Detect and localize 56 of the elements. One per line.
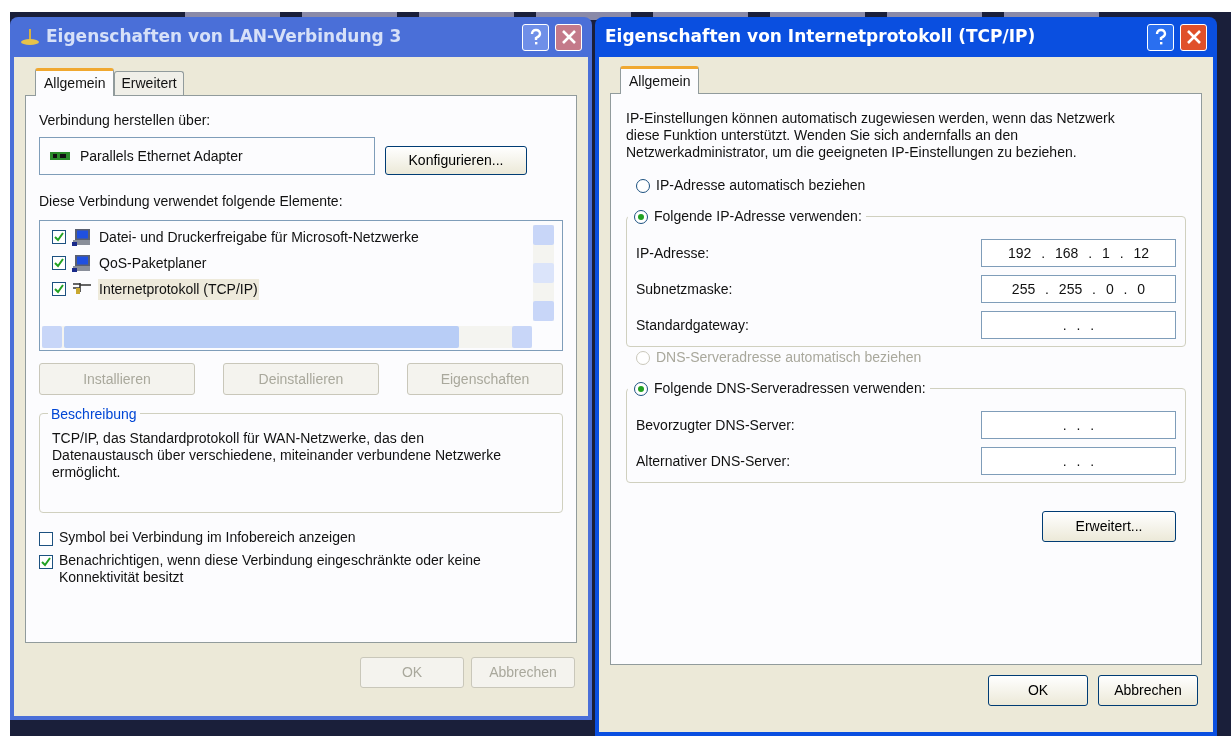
tab[interactable]: Allgemein [620, 66, 700, 94]
configure-button[interactable]: Konfigurieren... [385, 145, 527, 175]
field-label: Verbindung herstellen über: [39, 111, 212, 130]
close-icon [1185, 29, 1202, 45]
checkbox[interactable] [52, 230, 66, 244]
option-label: Symbol bei Verbindung im Infobereich anzeigen [59, 529, 357, 546]
ip-address-field[interactable]: 255 . 255 . 0 . 0 [981, 275, 1176, 303]
help-icon [528, 28, 543, 46]
window-title: Eigenschaften von LAN-Verbindung 3 [46, 25, 403, 49]
adapter-name: Parallels Ethernet Adapter [80, 146, 243, 166]
description-text: TCP/IP, das Standardprotokoll für WAN-Netzwerke, das den Datenaustausch über verschiedene, miteinander verbundene Netzwerke ermöglicht. [52, 430, 503, 481]
field-label: Subnetzmaske: [636, 279, 733, 299]
vertical-scrollbar[interactable] [533, 225, 554, 321]
computer-icon [72, 254, 92, 272]
ip-address-field[interactable]: . . . [981, 311, 1176, 339]
help-button[interactable] [522, 23, 549, 51]
horizontal-scrollbar[interactable] [42, 326, 532, 348]
close-icon [560, 29, 577, 45]
field-label: Bevorzugter DNS-Server: [636, 415, 795, 435]
radio-label: Folgende DNS-Serveradressen verwenden: [654, 379, 926, 398]
intro-text: IP-Einstellungen können automatisch zugewiesen werden, wenn das Netzwerk diese Funktion unterstützt. Wenden Sie sich andernfalls an den Netzwerkadministrator, um die geeigneten IP-Einstellungen zu beziehen. [626, 110, 1116, 161]
radio-label: IP-Adresse automatisch beziehen [656, 176, 866, 195]
checkbox[interactable] [39, 532, 53, 546]
tab[interactable]: Erweitert [114, 71, 184, 95]
field-label: IP-Adresse: [636, 243, 710, 263]
checkbox[interactable] [52, 282, 66, 296]
close-button[interactable] [555, 23, 582, 51]
network-card-icon [50, 150, 70, 162]
network-icon [20, 28, 40, 46]
radio-label: DNS-Serveradresse automatisch beziehen [656, 348, 922, 367]
help-icon [1153, 28, 1168, 46]
radio-label: Folgende IP-Adresse verwenden: [654, 207, 862, 226]
advanced-button[interactable]: Erweitert... [1042, 511, 1176, 542]
computer-icon [72, 228, 92, 246]
radio-button[interactable] [636, 178, 650, 193]
ip-address-field[interactable]: 192 . 168 . 1 . 12 [981, 239, 1176, 267]
checkbox[interactable] [39, 555, 53, 569]
ip-address-field[interactable]: . . . [981, 411, 1176, 439]
list-item[interactable]: QoS-Paketplaner [98, 252, 208, 274]
help-button[interactable] [1147, 23, 1174, 51]
ip-address-field[interactable]: . . . [981, 447, 1176, 475]
window-title: Eigenschaften von Internetprotokoll (TCP/IP) [605, 25, 1037, 49]
radio-button[interactable] [634, 381, 648, 396]
dialog-button[interactable]: Abbrechen [1098, 675, 1198, 706]
dialog-button[interactable]: OK [988, 675, 1088, 706]
field-label: Alternativer DNS-Server: [636, 451, 791, 471]
list-item[interactable]: Datei- und Druckerfreigabe für Microsoft-Netzwerke [98, 226, 420, 248]
list-item[interactable]: Internetprotokoll (TCP/IP) [98, 278, 259, 300]
plug-icon [72, 282, 92, 296]
field-label: Standardgateway: [636, 315, 749, 335]
radio-button[interactable] [634, 209, 648, 224]
checkbox[interactable] [52, 256, 66, 270]
tab[interactable]: Allgemein [35, 68, 115, 96]
option-label: Benachrichtigen, wenn diese Verbindung eingeschränkte oder keine Konnektivität besitzt [59, 552, 482, 586]
field-label: Diese Verbindung verwendet folgende Elemente: [39, 192, 344, 211]
close-button[interactable] [1180, 23, 1207, 51]
